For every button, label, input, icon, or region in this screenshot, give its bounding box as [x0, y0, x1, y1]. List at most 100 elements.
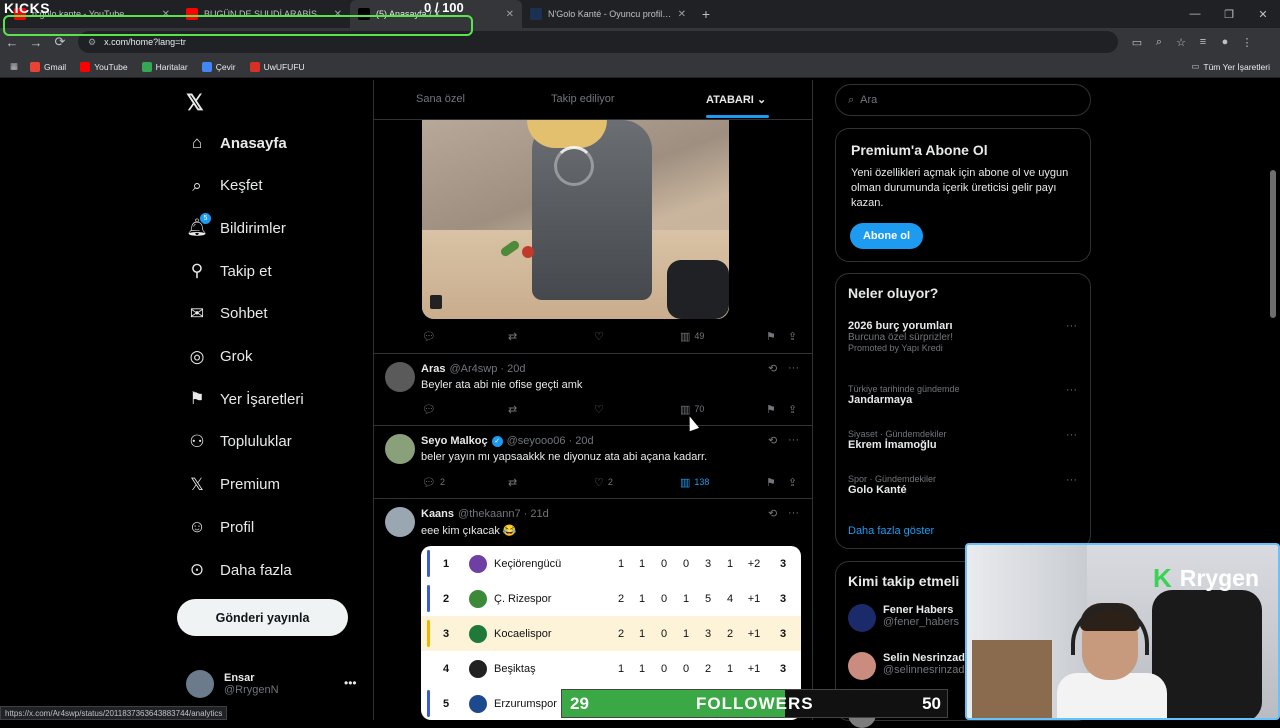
tweet-handle[interactable]: @seyooo06 · 20d	[507, 435, 594, 447]
like-icon[interactable]: ♡	[594, 330, 608, 343]
more-dots-icon[interactable]: ···	[1066, 429, 1077, 441]
nav-item-topluluklar[interactable]: ⚇ Topluluklar	[186, 431, 291, 453]
views-button[interactable]: ▥ 49	[680, 330, 704, 343]
share-icon[interactable]: ⇪	[788, 403, 801, 416]
nav-item-grok[interactable]: ◎ Grok	[186, 346, 253, 368]
reply-icon[interactable]: 💬︎	[422, 403, 440, 416]
tweet-media[interactable]	[422, 120, 729, 319]
nav-item-sohbet[interactable]: ✉ Sohbet	[186, 303, 268, 325]
nav-item-profil[interactable]: ☺ Profil	[186, 516, 254, 538]
like-count: 2	[607, 477, 613, 487]
more-dots-icon[interactable]: ···	[1066, 320, 1077, 332]
grok-icon[interactable]: ⟲	[768, 507, 777, 520]
more-dots-icon[interactable]: ···	[1066, 384, 1077, 396]
browser-tab[interactable]: N'Golo Kanté - Oyuncu profili 2 ✕	[522, 0, 694, 28]
tweet-handle[interactable]: @thekaann7 · 21d	[458, 508, 549, 520]
tweet-author[interactable]: Aras	[421, 363, 445, 375]
bookmark-item[interactable]: Çevir	[201, 61, 236, 72]
standing-stat: 0	[660, 627, 668, 640]
share-icon[interactable]: ⇪	[788, 330, 801, 343]
minimize-icon[interactable]: —	[1178, 8, 1212, 20]
bookmark-item[interactable]: UwUFUFU	[249, 61, 305, 72]
grok-icon[interactable]: ⟲	[768, 434, 777, 447]
profile-avatar-icon[interactable]: ●	[1214, 36, 1236, 49]
show-more-link[interactable]: Daha fazla göster	[848, 525, 934, 537]
reply-icon[interactable]: 💬︎	[422, 330, 440, 343]
nav-item-premium[interactable]: 𝕏 Premium	[186, 474, 280, 496]
tab-atabari[interactable]: ATABARI ⌄	[706, 93, 766, 106]
tweet-handle[interactable]: @Ar4swp · 20d	[449, 363, 525, 375]
tweet-avatar[interactable]	[385, 507, 415, 537]
trend-item[interactable]: Spor · Gündemdekiler Golo Kanté ···	[848, 474, 1084, 496]
restore-icon[interactable]: ❐	[1212, 8, 1246, 21]
views-button[interactable]: ▥ 70	[680, 403, 704, 416]
bookmark-label: Çevir	[215, 61, 236, 72]
nav-item-ke-fet[interactable]: ⌕ Keşfet	[186, 175, 262, 197]
all-bookmarks-folder[interactable]: ▭ Tüm Yer İşaretleri	[1191, 61, 1270, 72]
grok-icon[interactable]: ⟲	[768, 362, 777, 375]
nav-item-bildirimler[interactable]: 🔔︎ 5 Bildirimler	[186, 213, 286, 239]
like-icon[interactable]: ♡	[594, 403, 608, 416]
team-crest-icon	[469, 624, 487, 643]
close-icon[interactable]: ✕	[1246, 8, 1280, 21]
retweet-icon[interactable]: ⇄	[508, 403, 521, 416]
x-logo-icon[interactable]: 𝕏	[186, 90, 204, 116]
zoom-icon[interactable]: ⌕	[1148, 36, 1170, 49]
reload-icon[interactable]: ⟳	[48, 34, 72, 50]
bookmark-item[interactable]: Gmail	[30, 61, 66, 72]
page-scrollbar[interactable]	[1270, 170, 1276, 318]
retweet-icon[interactable]: ⇄	[508, 330, 521, 343]
followers-current: 29	[570, 694, 589, 713]
menu-icon[interactable]: ⋮	[1236, 36, 1258, 49]
views-button[interactable]: ▥ 138	[680, 476, 709, 489]
trend-item[interactable]: Siyaset · Gündemdekiler Ekrem İmamoğlu ···	[848, 429, 1084, 451]
share-icon[interactable]: ⇪	[788, 476, 801, 489]
search-input[interactable]: ⌕ Ara	[835, 84, 1091, 116]
star-icon[interactable]: ☆	[1170, 36, 1192, 49]
nav-item-daha-fazla[interactable]: ⊙ Daha fazla	[186, 559, 292, 581]
divider	[374, 353, 812, 354]
more-dots-icon[interactable]: •••	[344, 676, 357, 690]
reading-list-icon[interactable]: ≡	[1192, 36, 1214, 49]
bookmark-item[interactable]: Haritalar	[141, 61, 188, 72]
active-tab-indicator	[706, 115, 769, 118]
bookmark-item[interactable]: YouTube	[80, 61, 128, 72]
tweet-author[interactable]: Kaans	[421, 508, 454, 520]
nav-item-anasayfa[interactable]: ⌂ Anasayfa	[186, 132, 287, 154]
forward-icon[interactable]: →	[24, 35, 48, 50]
trend-item[interactable]: 2026 burç yorumları Burcuna özel sürprizl…	[848, 320, 1084, 353]
follow-suggestion[interactable]: Selin Nesrinzad @selinnesrinzad	[848, 652, 965, 680]
close-tab-icon[interactable]: ✕	[678, 9, 686, 20]
trend-item[interactable]: Türkiye tarihinde gündemde Jandarmaya ···	[848, 384, 1084, 406]
apps-icon[interactable]: ▦	[0, 61, 28, 72]
tweet-avatar[interactable]	[385, 362, 415, 392]
site-info-icon[interactable]: ⚙	[88, 37, 96, 48]
more-dots-icon[interactable]: ···	[1066, 474, 1077, 486]
views-icon: ▥	[680, 476, 691, 489]
more-dots-icon[interactable]: ···	[788, 434, 799, 446]
like-button[interactable]: ♡ 2	[594, 476, 613, 489]
retweet-icon[interactable]: ⇄	[508, 476, 521, 489]
more-dots-icon[interactable]: ···	[788, 362, 799, 374]
cast-icon[interactable]: ▭	[1126, 36, 1148, 49]
tweet-avatar[interactable]	[385, 434, 415, 464]
bookmark-icon[interactable]: ⚑	[766, 403, 780, 416]
bookmark-icon[interactable]: ⚑	[766, 330, 780, 343]
post-button[interactable]: Gönderi yayınla	[177, 599, 348, 636]
tab-following[interactable]: Takip ediliyor	[551, 93, 615, 105]
subscribe-button[interactable]: Abone ol	[850, 223, 923, 249]
tab-for-you[interactable]: Sana özel	[416, 93, 465, 105]
nav-item-takip-et[interactable]: ⚲ Takip et	[186, 260, 272, 282]
tweet-author[interactable]: Seyo Malkoç	[421, 435, 488, 447]
nav-item-yer-i-aretleri[interactable]: ⚑ Yer İşaretleri	[186, 388, 303, 410]
more-dots-icon[interactable]: ···	[788, 507, 799, 519]
close-tab-icon[interactable]: ✕	[506, 9, 514, 20]
bookmark-icon[interactable]: ⚑	[766, 476, 780, 489]
trend-category: Spor · Gündemdekiler	[848, 474, 937, 484]
account-switcher[interactable]: Ensar @RrygenN •••	[186, 670, 366, 698]
standing-stat: 2	[726, 627, 734, 640]
follow-suggestion[interactable]: Fener Habers @fener_habers	[848, 604, 959, 632]
back-icon[interactable]: ←	[0, 35, 24, 50]
reply-button[interactable]: 💬︎ 2	[422, 476, 445, 489]
new-tab-button[interactable]: +	[694, 6, 718, 22]
